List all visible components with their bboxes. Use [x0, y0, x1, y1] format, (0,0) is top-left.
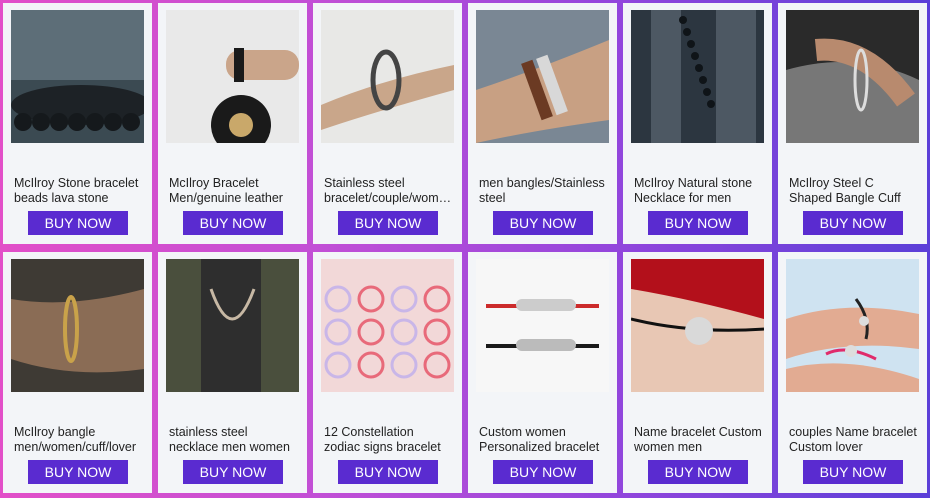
product-image[interactable] — [321, 259, 454, 392]
gold-cuff-tattoo-arm-photo — [11, 259, 144, 392]
name-disc-bracelet-photo — [631, 259, 764, 392]
product-grid: McIlroy Stone bracelet beads lava stone B… — [0, 0, 930, 498]
product-card[interactable]: stainless steel necklace men women BUY NO… — [158, 252, 307, 493]
product-image[interactable] — [786, 10, 919, 143]
product-title[interactable]: McIlroy Stone bracelet beads lava stone — [14, 176, 142, 206]
product-card[interactable]: McIlroy Natural stone Necklace for men BU… — [623, 3, 772, 244]
product-title[interactable]: couples Name bracelet Custom lover — [789, 425, 917, 455]
product-image[interactable] — [11, 259, 144, 392]
product-card[interactable]: couples Name bracelet Custom lover BUY NO… — [778, 252, 927, 493]
product-image[interactable] — [166, 259, 299, 392]
product-image[interactable] — [11, 10, 144, 143]
buy-now-button[interactable]: BUY NOW — [803, 211, 903, 235]
buy-now-button[interactable]: BUY NOW — [28, 460, 128, 484]
buy-now-button[interactable]: BUY NOW — [28, 211, 128, 235]
steel-chain-bracelet-photo — [321, 10, 454, 143]
product-title[interactable]: Name bracelet Custom women men — [634, 425, 762, 455]
product-title[interactable]: men bangles/Stainless steel — [479, 176, 607, 206]
buy-now-button[interactable]: BUY NOW — [338, 211, 438, 235]
product-image[interactable] — [786, 259, 919, 392]
couples-name-bracelets-photo — [786, 259, 919, 392]
zodiac-bracelets-grid-photo — [321, 259, 454, 392]
product-title[interactable]: McIlroy Steel C Shaped Bangle Cuff — [789, 176, 917, 206]
product-image[interactable] — [631, 259, 764, 392]
product-title[interactable]: McIlroy bangle men/women/cuff/lover — [14, 425, 142, 455]
buy-now-button[interactable]: BUY NOW — [648, 460, 748, 484]
buy-now-button[interactable]: BUY NOW — [183, 460, 283, 484]
product-title[interactable]: Stainless steel bracelet/couple/women — [324, 176, 452, 206]
buy-now-button[interactable]: BUY NOW — [648, 211, 748, 235]
product-title[interactable]: stainless steel necklace men women — [169, 425, 297, 455]
stone-bead-necklace-photo — [631, 10, 764, 143]
product-card[interactable]: Stainless steel bracelet/couple/women BUY… — [313, 3, 462, 244]
product-card[interactable]: McIlroy bangle men/women/cuff/lover BUY N… — [3, 252, 152, 493]
product-image[interactable] — [631, 10, 764, 143]
stone-bead-bracelet-photo — [11, 10, 144, 143]
together-forever-bracelet-card — [476, 259, 609, 392]
product-image[interactable] — [476, 10, 609, 143]
product-title[interactable]: McIlroy Bracelet Men/genuine leather — [169, 176, 297, 206]
leather-bracelet-steering-wheel-photo — [166, 10, 299, 143]
buy-now-button[interactable]: BUY NOW — [493, 460, 593, 484]
product-card[interactable]: men bangles/Stainless steel BUY NOW — [468, 3, 617, 244]
product-title[interactable]: McIlroy Natural stone Necklace for men — [634, 176, 762, 206]
braided-bangles-photo — [476, 10, 609, 143]
buy-now-button[interactable]: BUY NOW — [803, 460, 903, 484]
product-card[interactable]: McIlroy Steel C Shaped Bangle Cuff BUY NO… — [778, 3, 927, 244]
product-image[interactable] — [476, 259, 609, 392]
chain-necklace-photo — [166, 259, 299, 392]
product-card[interactable]: 12 Constellation zodiac signs bracelet BU… — [313, 252, 462, 493]
product-card[interactable]: McIlroy Bracelet Men/genuine leather BUY … — [158, 3, 307, 244]
product-card[interactable]: Name bracelet Custom women men BUY NOW — [623, 252, 772, 493]
product-card[interactable]: McIlroy Stone bracelet beads lava stone B… — [3, 3, 152, 244]
product-title[interactable]: Custom women Personalized bracelet — [479, 425, 607, 455]
c-shaped-bangle-photo — [786, 10, 919, 143]
product-title[interactable]: 12 Constellation zodiac signs bracelet — [324, 425, 452, 455]
product-card[interactable]: Custom women Personalized bracelet BUY NO… — [468, 252, 617, 493]
product-image[interactable] — [321, 10, 454, 143]
product-image[interactable] — [166, 10, 299, 143]
buy-now-button[interactable]: BUY NOW — [338, 460, 438, 484]
buy-now-button[interactable]: BUY NOW — [183, 211, 283, 235]
buy-now-button[interactable]: BUY NOW — [493, 211, 593, 235]
